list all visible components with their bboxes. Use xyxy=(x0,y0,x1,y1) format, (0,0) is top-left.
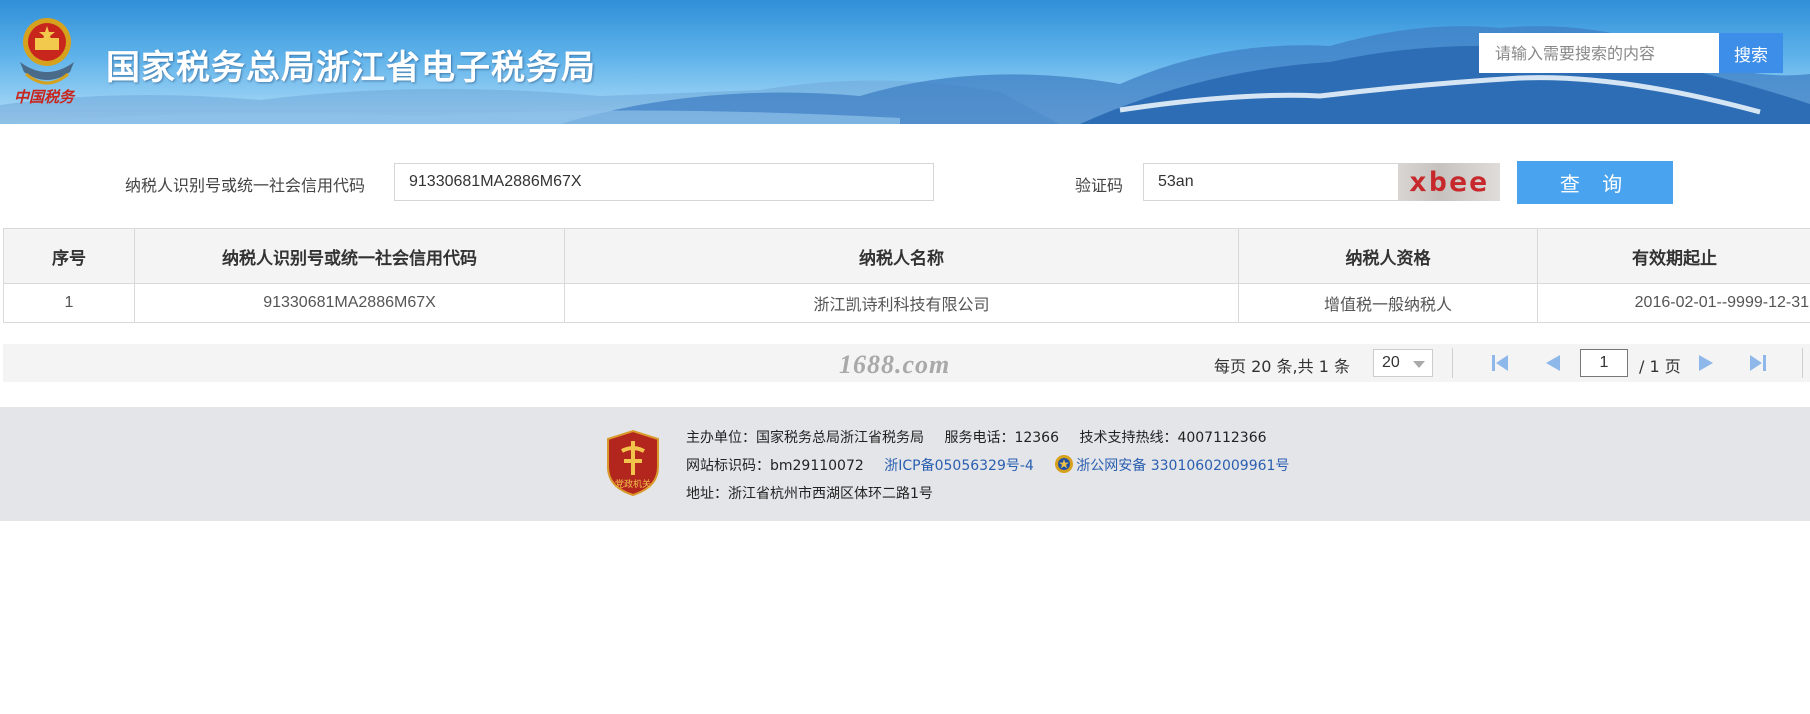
footer-site-code: 网站标识码：bm29110072 xyxy=(686,458,864,474)
cell-taxpayer-name: 浙江凯诗利科技有限公司 xyxy=(564,283,1239,323)
cell-taxpayer-qualification: 增值税一般纳税人 xyxy=(1238,283,1538,323)
site-search-input[interactable] xyxy=(1479,33,1719,73)
police-badge-icon xyxy=(1055,455,1074,473)
watermark-text: 1688.com xyxy=(839,350,951,379)
divider xyxy=(1802,348,1803,378)
badge-caption: 党政机关 xyxy=(615,478,651,490)
first-page-icon[interactable] xyxy=(1490,354,1510,372)
captcha-label: 验证码 xyxy=(1075,176,1124,195)
site-header: 中国税务 国家税务总局浙江省电子税务局 搜索 xyxy=(0,0,1810,124)
footer-support-hotline: 技术支持热线：4007112366 xyxy=(1079,430,1267,446)
footer-line-1: 主办单位：国家税务总局浙江省税务局 服务电话：12366 技术支持热线：4007… xyxy=(686,427,1267,447)
column-header: 有效期起止 xyxy=(1537,228,1810,284)
cell-index: 1 xyxy=(3,283,135,323)
pagination-bar: 1688.com 每页 20 条,共 1 条 20 / 1 页 xyxy=(3,344,1810,382)
column-header: 纳税人资格 xyxy=(1238,228,1538,284)
footer-line-2: 网站标识码：bm29110072 浙ICP备05056329号-4 浙公网安备 … xyxy=(686,454,1289,475)
total-pages: / 1 页 xyxy=(1639,357,1681,376)
table-header-row: 序号 纳税人识别号或统一社会信用代码 纳税人名称 纳税人资格 有效期起止 xyxy=(3,228,1810,284)
page-size-select[interactable]: 20 xyxy=(1373,349,1433,377)
emblem-caption: 中国税务 xyxy=(14,88,75,106)
cell-validity-period: 2016-02-01--9999-12-31 xyxy=(1537,283,1810,323)
column-header: 序号 xyxy=(3,228,135,284)
taxpayer-id-label: 纳税人识别号或统一社会信用代码 xyxy=(125,176,366,195)
result-table: 序号 纳税人识别号或统一社会信用代码 纳税人名称 纳税人资格 有效期起止 1 9… xyxy=(3,228,1810,323)
prev-page-icon[interactable] xyxy=(1543,354,1563,372)
cell-taxpayer-id: 91330681MA2886M67X xyxy=(134,283,565,323)
divider xyxy=(1452,348,1453,378)
site-title: 国家税务总局浙江省电子税务局 xyxy=(106,48,596,88)
page-size-value: 20 xyxy=(1382,354,1400,371)
police-record-link[interactable]: 浙公网安备 33010602009961号 xyxy=(1076,458,1289,474)
site-search-button[interactable]: 搜索 xyxy=(1719,33,1783,73)
taxpayer-id-input[interactable] xyxy=(394,163,934,201)
captcha-image-text: xbee xyxy=(1408,166,1490,198)
query-button[interactable]: 查 询 xyxy=(1517,161,1673,204)
column-header: 纳税人识别号或统一社会信用代码 xyxy=(134,228,565,284)
site-footer: 党政机关 主办单位：国家税务总局浙江省税务局 服务电话：12366 技术支持热线… xyxy=(0,407,1810,521)
page-summary: 每页 20 条,共 1 条 xyxy=(1214,357,1350,376)
captcha-image[interactable]: xbee xyxy=(1398,163,1500,201)
current-page-input[interactable] xyxy=(1580,349,1628,377)
footer-service-phone: 服务电话：12366 xyxy=(944,430,1059,446)
last-page-icon[interactable] xyxy=(1748,354,1768,372)
chevron-down-icon xyxy=(1413,361,1425,368)
party-government-badge-icon[interactable]: 党政机关 xyxy=(604,429,662,497)
table-row[interactable]: 1 91330681MA2886M67X 浙江凯诗利科技有限公司 增值税一般纳税… xyxy=(3,283,1810,323)
footer-host: 主办单位：国家税务总局浙江省税务局 xyxy=(686,430,924,446)
footer-address: 地址：浙江省杭州市西湖区体环二路1号 xyxy=(686,486,933,502)
next-page-icon[interactable] xyxy=(1696,354,1716,372)
column-header: 纳税人名称 xyxy=(564,228,1239,284)
captcha-input[interactable] xyxy=(1143,163,1401,201)
icp-record-link[interactable]: 浙ICP备05056329号-4 xyxy=(884,458,1034,474)
